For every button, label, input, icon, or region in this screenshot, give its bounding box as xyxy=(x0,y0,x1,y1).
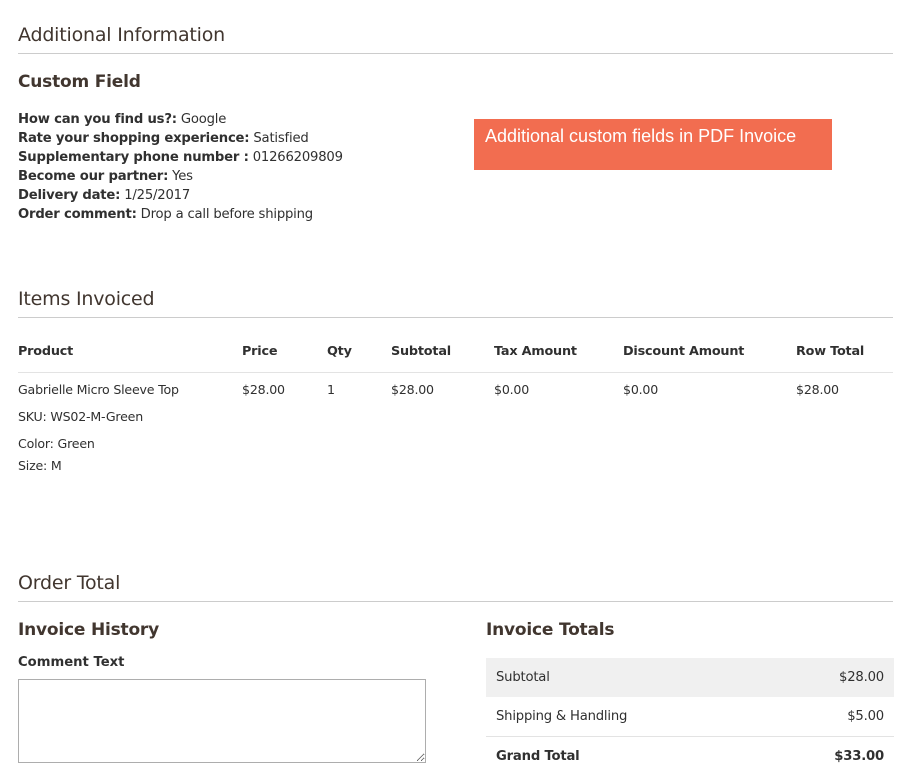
totals-label: Shipping & Handling xyxy=(496,709,628,724)
custom-field-row: Supplementary phone number : 01266209809 xyxy=(18,148,343,167)
invoice-totals-table: Subtotal $28.00 Shipping & Handling $5.0… xyxy=(486,658,894,775)
custom-field-row: Rate your shopping experience: Satisfied xyxy=(18,129,343,148)
field-value: 01266209809 xyxy=(252,150,343,165)
field-value: 1/25/2017 xyxy=(124,188,191,203)
option-value: M xyxy=(50,458,62,473)
comment-text-input[interactable] xyxy=(18,679,426,763)
row-total-cell: $28.00 xyxy=(796,382,839,397)
comment-text-label: Comment Text xyxy=(18,655,125,670)
totals-row-shipping: Shipping & Handling $5.00 xyxy=(486,697,894,736)
field-label: Order comment: xyxy=(18,207,137,222)
tax-amount-cell: $0.00 xyxy=(494,382,530,397)
field-label: Become our partner: xyxy=(18,169,169,184)
option-value: Green xyxy=(57,436,95,451)
field-value: Yes xyxy=(172,169,193,184)
product-name: Gabrielle Micro Sleeve Top xyxy=(18,382,179,397)
section-title-items-invoiced: Items Invoiced xyxy=(18,288,155,310)
field-label: Rate your shopping experience: xyxy=(18,131,250,146)
qty-cell: 1 xyxy=(327,382,335,397)
divider xyxy=(18,317,893,318)
divider xyxy=(18,53,893,54)
column-header-qty: Qty xyxy=(327,344,352,359)
totals-label: Subtotal xyxy=(496,670,550,685)
totals-value: $33.00 xyxy=(834,748,884,764)
custom-field-row: Become our partner: Yes xyxy=(18,167,343,186)
column-header-product: Product xyxy=(18,344,74,359)
product-option-size: Size: M xyxy=(18,458,62,473)
field-value: Drop a call before shipping xyxy=(140,207,314,222)
column-header-tax-amount: Tax Amount xyxy=(494,344,577,359)
field-label: How can you find us?: xyxy=(18,112,177,127)
invoice-history-title: Invoice History xyxy=(18,620,159,640)
totals-label: Grand Total xyxy=(496,748,580,764)
invoice-totals-title: Invoice Totals xyxy=(486,620,615,640)
product-sku: SKU: WS02-M-Green xyxy=(18,409,144,424)
totals-value: $28.00 xyxy=(839,670,884,685)
divider xyxy=(18,601,893,602)
custom-field-row: How can you find us?: Google xyxy=(18,110,343,129)
price-cell: $28.00 xyxy=(242,382,285,397)
discount-amount-cell: $0.00 xyxy=(623,382,659,397)
column-header-row-total: Row Total xyxy=(796,344,865,359)
field-value: Satisfied xyxy=(253,131,309,146)
pdf-invoice-callout-banner: Additional custom fields in PDF Invoice xyxy=(474,119,832,170)
subtotal-cell: $28.00 xyxy=(391,382,434,397)
product-option-color: Color: Green xyxy=(18,436,95,451)
column-header-subtotal: Subtotal xyxy=(391,344,451,359)
column-header-discount-amount: Discount Amount xyxy=(623,344,745,359)
option-label: Size: xyxy=(18,458,48,473)
field-label: Supplementary phone number : xyxy=(18,150,249,165)
table-header-divider xyxy=(18,372,893,373)
custom-field-row: Delivery date: 1/25/2017 xyxy=(18,186,343,205)
totals-row-subtotal: Subtotal $28.00 xyxy=(486,658,894,697)
custom-field-title: Custom Field xyxy=(18,72,141,92)
custom-field-row: Order comment: Drop a call before shippi… xyxy=(18,205,343,224)
totals-row-grand-total: Grand Total $33.00 xyxy=(486,736,894,775)
field-label: Delivery date: xyxy=(18,188,121,203)
section-title-additional-information: Additional Information xyxy=(18,24,226,46)
field-value: Google xyxy=(180,112,227,127)
custom-field-list: How can you find us?: Google Rate your s… xyxy=(18,110,343,224)
totals-value: $5.00 xyxy=(847,709,884,724)
section-title-order-total: Order Total xyxy=(18,572,121,594)
column-header-price: Price xyxy=(242,344,278,359)
option-label: Color: xyxy=(18,436,54,451)
